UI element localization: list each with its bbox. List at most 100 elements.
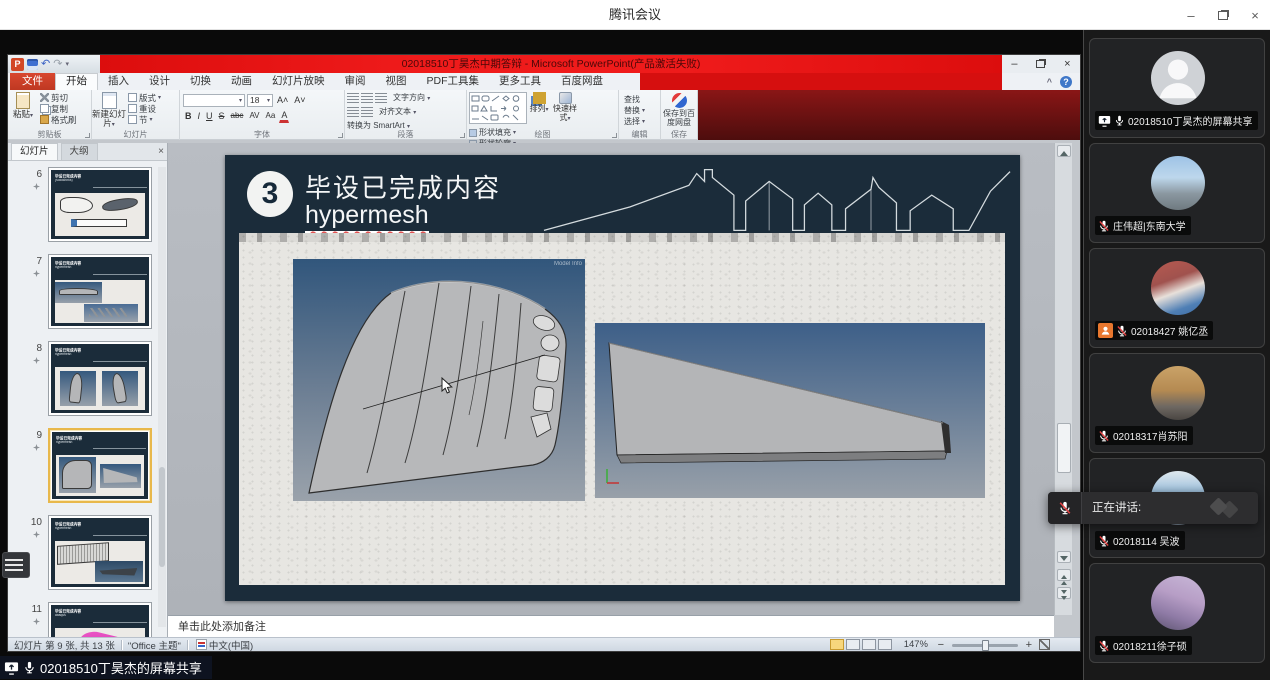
tab-design[interactable]: 设计: [139, 73, 180, 90]
spellcheck-icon[interactable]: [196, 639, 207, 650]
format-painter-button[interactable]: 格式刷: [38, 114, 77, 125]
zoom-level[interactable]: 147%: [904, 639, 928, 650]
meeting-panel-toggle-icon[interactable]: [2, 552, 30, 578]
bullets-icon[interactable]: [347, 93, 359, 104]
animation-indicator-icon[interactable]: [33, 183, 40, 190]
paste-button[interactable]: 粘贴▾: [8, 90, 38, 121]
dialog-launcher-icon[interactable]: [612, 133, 617, 138]
participant-tile[interactable]: 02018427 姚亿丞: [1089, 248, 1265, 348]
tab-outline-panel[interactable]: 大纲: [61, 143, 98, 160]
copy-button[interactable]: 复制: [38, 103, 77, 114]
select-button[interactable]: 选择▾: [622, 116, 660, 127]
previous-slide-icon[interactable]: [1057, 569, 1071, 581]
bold-button[interactable]: B: [183, 109, 194, 123]
char-spacing-button[interactable]: AV: [247, 109, 261, 123]
italic-button[interactable]: I: [196, 109, 203, 123]
participant-tile[interactable]: 庄伟超|东南大学: [1089, 143, 1265, 243]
panel-scrollbar[interactable]: [158, 167, 166, 627]
reading-view-icon[interactable]: [862, 639, 876, 650]
tab-transitions[interactable]: 切换: [180, 73, 221, 90]
slide-thumbnail-10[interactable]: 10 毕设已完成内容hypermesh: [48, 515, 152, 590]
normal-view-icon[interactable]: [830, 639, 844, 650]
tab-animations[interactable]: 动画: [221, 73, 262, 90]
indent-icon[interactable]: [375, 93, 387, 104]
change-case-button[interactable]: Aa: [264, 109, 278, 123]
grow-font-button[interactable]: A˄: [275, 93, 290, 107]
tab-view[interactable]: 视图: [376, 73, 417, 90]
arrange-button[interactable]: 排列▾: [527, 90, 551, 115]
tab-insert[interactable]: 插入: [98, 73, 139, 90]
font-name-select[interactable]: ▾: [183, 94, 245, 107]
find-button[interactable]: 查找: [622, 94, 660, 105]
close-icon[interactable]: ×: [1248, 8, 1262, 23]
slide-canvas[interactable]: 3 毕设已完成内容 hypermesh: [168, 143, 1054, 615]
redo-icon[interactable]: ↷: [53, 59, 62, 70]
numbering-icon[interactable]: [361, 93, 373, 104]
tab-home[interactable]: 开始: [55, 73, 98, 90]
animation-indicator-icon[interactable]: [33, 270, 40, 277]
current-slide[interactable]: 3 毕设已完成内容 hypermesh: [225, 155, 1020, 601]
dialog-launcher-icon[interactable]: [85, 133, 90, 138]
ppt-minimize-icon[interactable]: –: [1011, 58, 1017, 70]
animation-indicator-icon[interactable]: [33, 444, 40, 451]
scrollbar-thumb[interactable]: [1057, 423, 1071, 473]
text-direction-button[interactable]: 文字方向 ▾: [393, 93, 430, 104]
slide-thumbnail-7[interactable]: 7 毕设已完成内容hypermesh: [48, 254, 152, 329]
slide-thumbnail-8[interactable]: 8 毕设已完成内容hypermesh: [48, 341, 152, 416]
undo-icon[interactable]: ↶: [41, 59, 50, 70]
save-to-baidu-button[interactable]: 保存到百度网盘: [661, 93, 697, 127]
strikethrough-button[interactable]: abc: [229, 109, 246, 123]
language-indicator[interactable]: 中文(中国): [209, 638, 253, 652]
replace-button[interactable]: 替换▾: [622, 105, 660, 116]
section-button[interactable]: 节▾: [126, 114, 161, 125]
align-left-icon[interactable]: [347, 107, 359, 118]
participant-tile-sharer[interactable]: 02018510丁昊杰的屏幕共享: [1089, 38, 1265, 138]
tab-file[interactable]: 文件: [10, 73, 55, 90]
tab-baidu-pan[interactable]: 百度网盘: [551, 73, 613, 90]
zoom-slider[interactable]: [952, 644, 1018, 647]
layout-button[interactable]: 版式▾: [126, 92, 161, 103]
shadow-button[interactable]: S: [217, 109, 227, 123]
next-slide-icon[interactable]: [1057, 587, 1071, 599]
slide-thumbnail-11[interactable]: 11 毕设已完成内容abaqus: [48, 602, 152, 637]
align-center-icon[interactable]: [361, 107, 373, 118]
ppt-restore-icon[interactable]: [1036, 60, 1045, 68]
tab-slides-panel[interactable]: 幻灯片: [11, 143, 58, 160]
animation-indicator-icon[interactable]: [33, 531, 40, 538]
dialog-launcher-icon[interactable]: [338, 133, 343, 138]
zoom-out-icon[interactable]: −: [938, 639, 944, 651]
tab-pdf-tools[interactable]: PDF工具集: [417, 73, 490, 90]
slide-thumbnail-6[interactable]: 6 毕设已完成内容(solidworks): [48, 167, 152, 242]
reset-button[interactable]: 重设: [126, 103, 161, 114]
main-scrollbar[interactable]: [1054, 143, 1072, 615]
animation-indicator-icon[interactable]: [33, 357, 40, 364]
underline-button[interactable]: U: [204, 109, 215, 123]
scroll-up-icon[interactable]: [1057, 145, 1071, 157]
slideshow-view-icon[interactable]: [878, 639, 892, 650]
tab-slideshow[interactable]: 幻灯片放映: [262, 73, 335, 90]
participant-tile[interactable]: 02018317肖苏阳: [1089, 353, 1265, 453]
quick-styles-button[interactable]: 快速样式▾: [551, 90, 579, 124]
zoom-in-icon[interactable]: +: [1026, 639, 1032, 651]
shrink-font-button[interactable]: A˅: [292, 93, 307, 107]
save-icon[interactable]: [27, 59, 38, 70]
fit-to-window-icon[interactable]: [1039, 639, 1050, 650]
font-size-select[interactable]: 18▾: [247, 94, 273, 107]
new-slide-button[interactable]: 新建幻灯片▾: [92, 90, 126, 130]
align-text-button[interactable]: 对齐文本 ▾: [379, 107, 416, 118]
help-icon[interactable]: ?: [1060, 76, 1072, 88]
font-color-button[interactable]: A: [279, 110, 289, 123]
zoom-slider-thumb[interactable]: [982, 640, 989, 651]
tab-more-tools[interactable]: 更多工具: [489, 73, 551, 90]
slide-thumbnail-9-selected[interactable]: 9 毕设已完成内容hypermesh: [48, 428, 152, 503]
cut-button[interactable]: 剪切: [38, 92, 77, 103]
panel-close-icon[interactable]: ×: [158, 146, 164, 157]
ppt-close-icon[interactable]: ×: [1064, 58, 1070, 70]
slide-sorter-view-icon[interactable]: [846, 639, 860, 650]
dialog-launcher-icon[interactable]: [460, 133, 465, 138]
shapes-gallery[interactable]: [469, 92, 527, 124]
participant-tile[interactable]: 02018211徐子硕: [1089, 563, 1265, 663]
qat-dropdown-icon[interactable]: ▾: [65, 60, 69, 68]
minimize-icon[interactable]: –: [1184, 8, 1198, 23]
scroll-down-icon[interactable]: [1057, 551, 1071, 563]
